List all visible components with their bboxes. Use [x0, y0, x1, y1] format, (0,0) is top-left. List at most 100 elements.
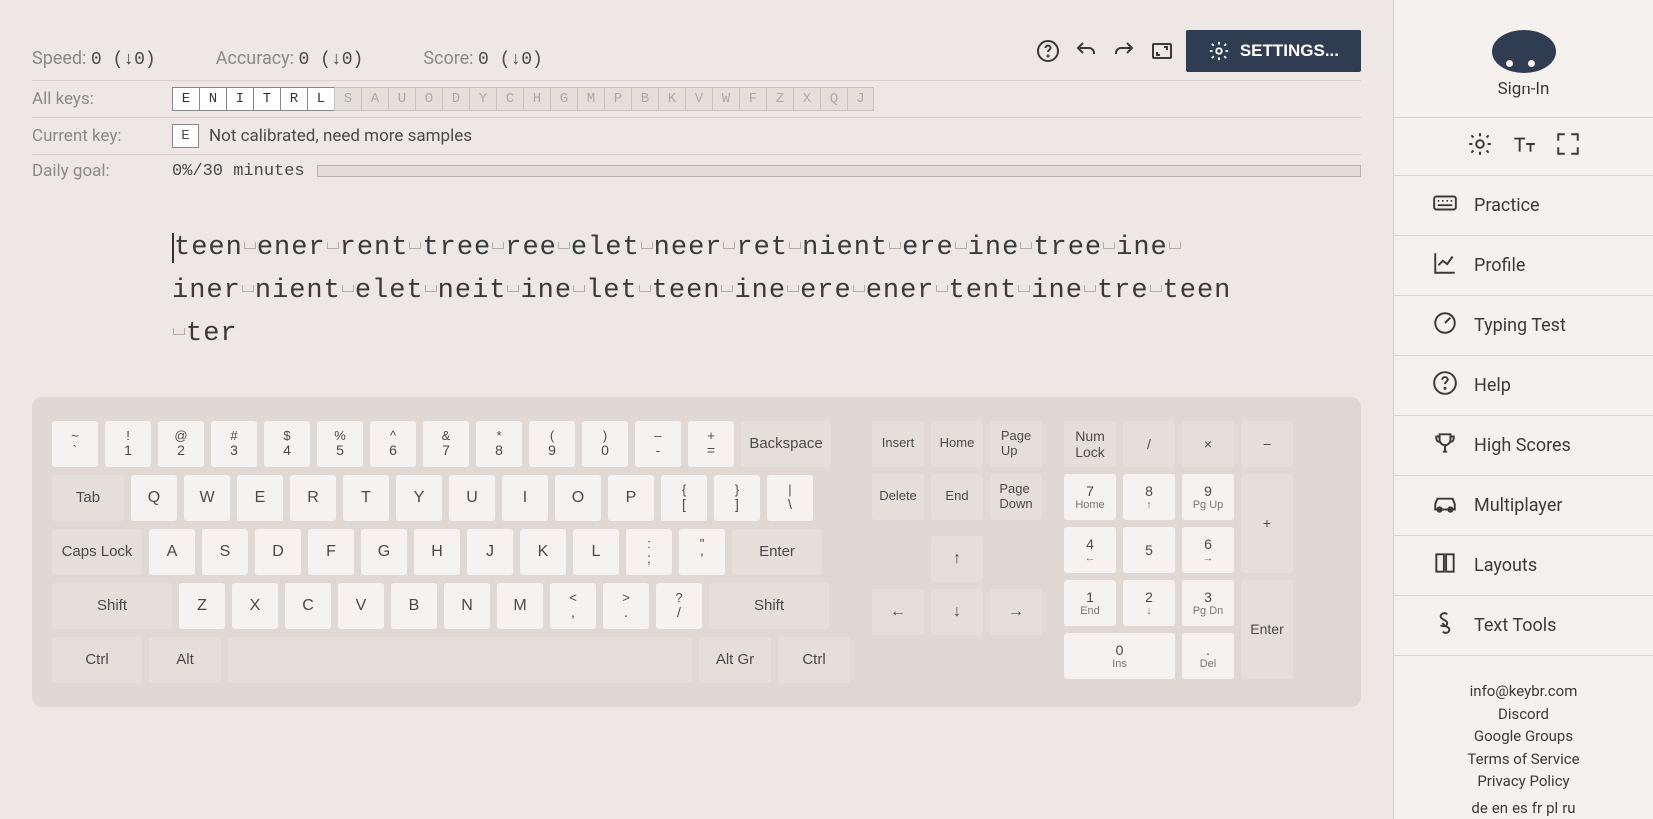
key-=[interactable]: += [688, 421, 734, 467]
key-1[interactable]: !1 [105, 421, 151, 467]
footer-link[interactable]: Discord [1467, 703, 1579, 726]
key-4[interactable]: $4 [264, 421, 310, 467]
arrow-left-key[interactable]: ← [872, 589, 924, 635]
numpad-6-key[interactable]: 6→ [1182, 527, 1234, 573]
key-g[interactable]: G [361, 529, 407, 575]
key-chip-m[interactable]: M [577, 87, 604, 111]
nav-help[interactable]: Help [1394, 356, 1653, 416]
key-7[interactable]: &7 [423, 421, 469, 467]
space-key[interactable] [228, 637, 692, 683]
key-chip-p[interactable]: P [604, 87, 631, 111]
key-v[interactable]: V [338, 583, 384, 629]
footer-link[interactable]: Terms of Service [1467, 748, 1579, 771]
footer-link[interactable]: Google Groups [1467, 725, 1579, 748]
key-8[interactable]: *8 [476, 421, 522, 467]
key-'[interactable]: "' [679, 529, 725, 575]
key-p[interactable]: P [608, 475, 654, 521]
footer-link[interactable]: Privacy Policy [1467, 770, 1579, 793]
gear-icon[interactable] [1467, 131, 1493, 161]
nav-typing-test[interactable]: Typing Test [1394, 296, 1653, 356]
numpad-2-key[interactable]: 2↓ [1123, 580, 1175, 626]
key-w[interactable]: W [184, 475, 230, 521]
nav-insert-key[interactable]: Insert [872, 421, 924, 467]
key-e[interactable]: E [237, 475, 283, 521]
numpad-add-key[interactable]: + [1241, 474, 1293, 573]
key-chip-z[interactable]: Z [766, 87, 793, 111]
shift-right-key[interactable]: Shift [709, 583, 829, 629]
numpad-7-key[interactable]: 7Home [1064, 474, 1116, 520]
shift-left-key[interactable]: Shift [52, 583, 172, 629]
key-chip-g[interactable]: G [550, 87, 577, 111]
key-i[interactable]: I [502, 475, 548, 521]
key-chip-v[interactable]: V [685, 87, 712, 111]
key-z[interactable]: Z [179, 583, 225, 629]
key-m[interactable]: M [497, 583, 543, 629]
key-s[interactable]: S [202, 529, 248, 575]
nav-text-tools[interactable]: Text Tools [1394, 596, 1653, 656]
key-chip-l[interactable]: L [307, 87, 334, 111]
numpad-5-key[interactable]: 5 [1123, 527, 1175, 573]
key-d[interactable]: D [255, 529, 301, 575]
numpad-3-key[interactable]: 3Pg Dn [1182, 580, 1234, 626]
key-6[interactable]: ^6 [370, 421, 416, 467]
key-y[interactable]: Y [396, 475, 442, 521]
nav-practice[interactable]: Practice [1394, 176, 1653, 236]
arrow-right-key[interactable]: → [990, 589, 1042, 635]
key-b[interactable]: B [391, 583, 437, 629]
key-chip-x[interactable]: X [793, 87, 820, 111]
key-/[interactable]: ?/ [656, 583, 702, 629]
key-r[interactable]: R [290, 475, 336, 521]
key-x[interactable]: X [232, 583, 278, 629]
key-n[interactable]: N [444, 583, 490, 629]
key-][interactable]: }] [714, 475, 760, 521]
locale-pl[interactable]: pl [1546, 799, 1558, 817]
key-[[interactable]: {[ [661, 475, 707, 521]
numpad-9-key[interactable]: 9Pg Up [1182, 474, 1234, 520]
numpad-divide-key[interactable]: / [1123, 421, 1175, 467]
numpad-4-key[interactable]: 4← [1064, 527, 1116, 573]
key-`[interactable]: ~` [52, 421, 98, 467]
key-chip-j[interactable]: J [847, 87, 874, 111]
key-u[interactable]: U [449, 475, 495, 521]
locale-de[interactable]: de [1471, 799, 1487, 817]
key-chip-s[interactable]: S [334, 87, 361, 111]
arrow-down-key[interactable]: ↓ [931, 589, 983, 635]
numpad-8-key[interactable]: 8↑ [1123, 474, 1175, 520]
key-h[interactable]: H [414, 529, 460, 575]
key-f[interactable]: F [308, 529, 354, 575]
ctrl-right-key[interactable]: Ctrl [778, 637, 850, 683]
nav-page-down-key[interactable]: PageDown [990, 474, 1042, 520]
key-2[interactable]: @2 [158, 421, 204, 467]
key-q[interactable]: Q [131, 475, 177, 521]
numpad-decimal-key[interactable]: .Del [1182, 633, 1234, 679]
altgr-key[interactable]: Alt Gr [699, 637, 771, 683]
key-j[interactable]: J [467, 529, 513, 575]
key-chip-r[interactable]: R [280, 87, 307, 111]
key-chip-n[interactable]: N [199, 87, 226, 111]
locale-en[interactable]: en [1492, 799, 1508, 817]
key-l[interactable]: L [573, 529, 619, 575]
key-a[interactable]: A [149, 529, 195, 575]
arrow-up-key[interactable]: ↑ [931, 536, 983, 582]
nav-delete-key[interactable]: Delete [872, 474, 924, 520]
key-chip-e[interactable]: E [172, 87, 199, 111]
key-9[interactable]: (9 [529, 421, 575, 467]
key-chip-b[interactable]: B [631, 87, 658, 111]
ctrl-left-key[interactable]: Ctrl [52, 637, 142, 683]
key-chip-o[interactable]: O [415, 87, 442, 111]
nav-layouts[interactable]: Layouts [1394, 536, 1653, 596]
numpad-0-key[interactable]: 0Ins [1064, 633, 1175, 679]
fullscreen-icon[interactable] [1148, 37, 1176, 65]
key-chip-y[interactable]: Y [469, 87, 496, 111]
locale-fr[interactable]: fr [1532, 799, 1542, 817]
nav-home-key[interactable]: Home [931, 421, 983, 467]
nav-high-scores[interactable]: High Scores [1394, 416, 1653, 476]
expand-icon[interactable] [1555, 131, 1581, 161]
key-,[interactable]: <, [550, 583, 596, 629]
key-5[interactable]: %5 [317, 421, 363, 467]
numpad-enter-key[interactable]: Enter [1241, 580, 1293, 679]
enter-key[interactable]: Enter [732, 529, 822, 575]
redo-icon[interactable] [1110, 37, 1138, 65]
nav-page-up-key[interactable]: PageUp [990, 421, 1042, 467]
key-chip-a[interactable]: A [361, 87, 388, 111]
